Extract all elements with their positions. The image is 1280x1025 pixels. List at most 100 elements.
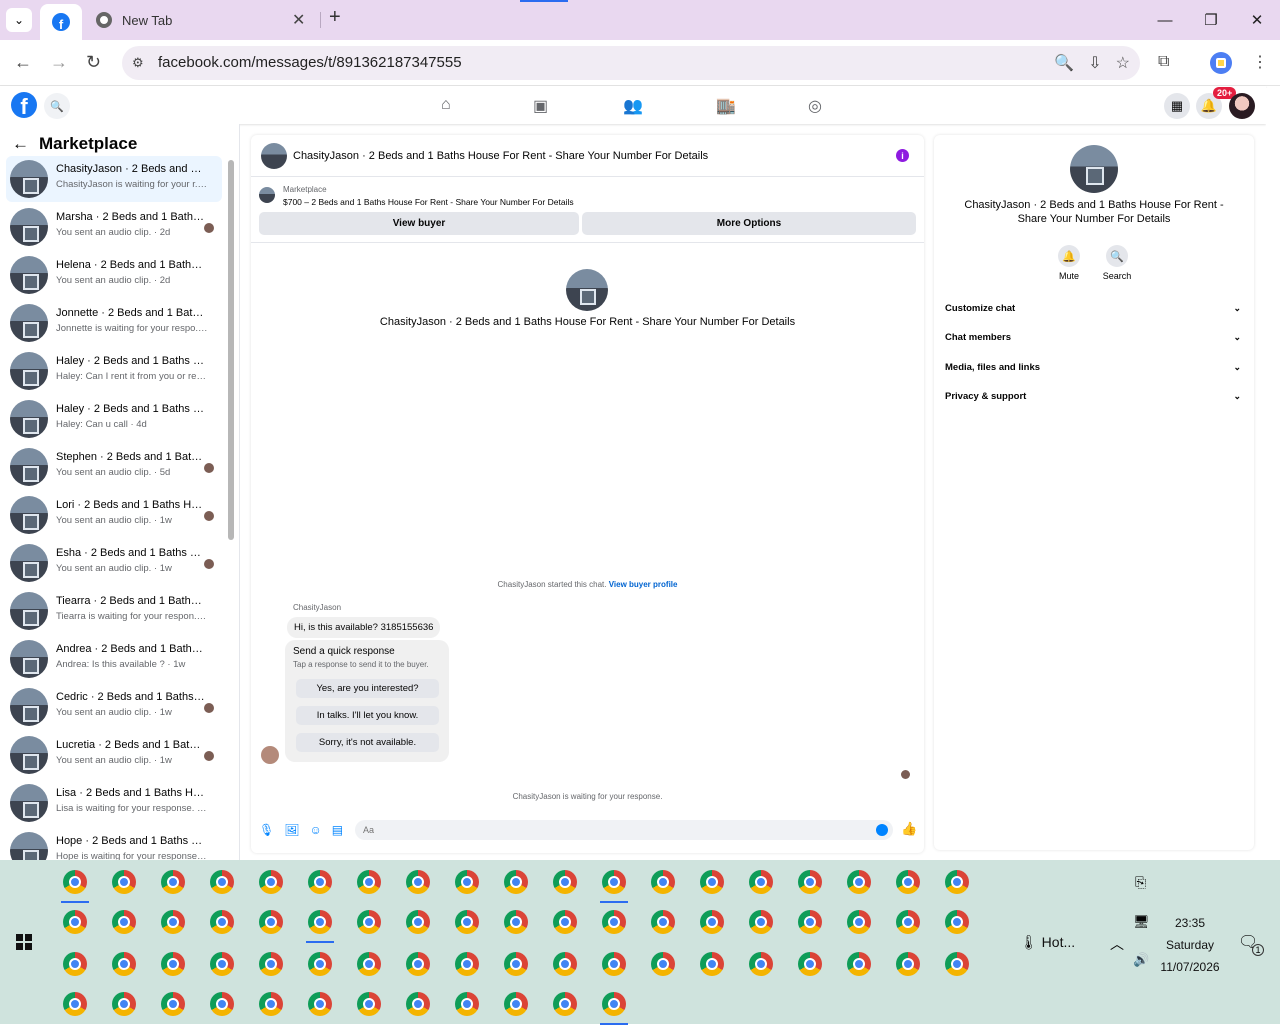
tab-facebook[interactable]: f: [40, 4, 82, 40]
chrome-taskbar-icon[interactable]: [404, 990, 432, 1018]
volume-icon[interactable]: 🔊: [1133, 952, 1149, 968]
chrome-taskbar-icon[interactable]: [257, 868, 285, 896]
site-info-icon[interactable]: ⚙: [132, 55, 144, 71]
restore-button[interactable]: ❐: [1188, 0, 1234, 40]
chrome-taskbar-icon[interactable]: [159, 908, 187, 936]
friends-icon[interactable]: 👥: [623, 96, 643, 116]
chrome-taskbar-icon[interactable]: [355, 868, 383, 896]
mute-button[interactable]: 🔔 Mute: [1044, 245, 1094, 281]
forward-button[interactable]: →: [50, 52, 68, 73]
tab-search-button[interactable]: ⌄: [6, 8, 32, 32]
network-icon[interactable]: 🖥: [1133, 914, 1150, 930]
chrome-taskbar-icon[interactable]: [551, 908, 579, 936]
listing-description[interactable]: $700 – 2 Beds and 1 Baths House For Rent…: [283, 197, 574, 207]
chrome-taskbar-icon[interactable]: [453, 990, 481, 1018]
browser-menu-icon[interactable]: ⋮: [1252, 52, 1268, 72]
conversation-item[interactable]: Haley · 2 Beds and 1 Baths House For Ren…: [6, 348, 222, 394]
chrome-taskbar-icon[interactable]: [600, 950, 628, 978]
reload-button[interactable]: ↻: [86, 52, 101, 73]
quick-response-yes[interactable]: Yes, are you interested?: [296, 679, 439, 698]
view-buyer-button[interactable]: View buyer: [259, 212, 579, 235]
zoom-icon[interactable]: 🔍: [1054, 53, 1074, 73]
weather-widget[interactable]: 🌡 Hot...: [1020, 934, 1075, 951]
chat-header-title[interactable]: ChasityJason · 2 Beds and 1 Baths House …: [293, 150, 708, 162]
chrome-taskbar-icon[interactable]: [355, 990, 383, 1018]
chrome-taskbar-icon[interactable]: [551, 990, 579, 1018]
chrome-taskbar-icon[interactable]: [943, 950, 971, 978]
chrome-taskbar-icon[interactable]: [796, 908, 824, 936]
privacy-support-section[interactable]: Privacy & support ⌄: [945, 391, 1243, 411]
chrome-taskbar-icon[interactable]: [551, 868, 579, 896]
chrome-taskbar-icon[interactable]: [453, 908, 481, 936]
back-arrow-icon[interactable]: ←: [12, 134, 29, 154]
conversation-item[interactable]: Marsha · 2 Beds and 1 Baths House For Re…: [6, 204, 222, 250]
system-clock[interactable]: 23:35 Saturday 11/07/2026: [1150, 912, 1230, 978]
chrome-taskbar-icon[interactable]: [404, 908, 432, 936]
chrome-taskbar-icon[interactable]: [61, 950, 89, 978]
marketplace-icon[interactable]: 🏬: [716, 96, 736, 116]
task-view-icon[interactable]: ⎘: [1135, 874, 1146, 891]
emoji-icon[interactable]: [876, 824, 888, 836]
conversation-item[interactable]: Lisa · 2 Beds and 1 Baths House For Rent…: [6, 780, 222, 826]
chrome-taskbar-icon[interactable]: [159, 868, 187, 896]
conversation-item[interactable]: Andrea · 2 Beds and 1 Baths House For Re…: [6, 636, 222, 682]
message-composer[interactable]: [355, 820, 893, 840]
extensions-icon[interactable]: ⧉: [1158, 53, 1169, 71]
page-scrollbar[interactable]: [1266, 88, 1280, 860]
chrome-taskbar-icon[interactable]: [355, 908, 383, 936]
buyer-avatar[interactable]: [261, 746, 279, 764]
windows-start-button[interactable]: [16, 934, 32, 950]
chrome-taskbar-icon[interactable]: [551, 950, 579, 978]
chrome-taskbar-icon[interactable]: [257, 908, 285, 936]
quick-response-not-available[interactable]: Sorry, it's not available.: [296, 733, 439, 752]
chrome-taskbar-icon[interactable]: [306, 868, 334, 896]
details-thumbnail[interactable]: [1070, 145, 1118, 193]
close-window-button[interactable]: ✕: [1234, 0, 1280, 40]
chrome-taskbar-icon[interactable]: [453, 868, 481, 896]
chrome-taskbar-icon[interactable]: [845, 908, 873, 936]
install-app-icon[interactable]: ⇩: [1088, 53, 1101, 73]
view-buyer-profile-link[interactable]: View buyer profile: [609, 580, 678, 589]
chrome-taskbar-icon[interactable]: [747, 908, 775, 936]
facebook-logo-icon[interactable]: f: [11, 92, 37, 118]
chrome-taskbar-icon[interactable]: [61, 990, 89, 1018]
chrome-taskbar-icon[interactable]: [110, 868, 138, 896]
chrome-taskbar-icon[interactable]: [698, 868, 726, 896]
thumbs-up-icon[interactable]: 👍: [901, 821, 917, 837]
new-tab-button[interactable]: +: [329, 6, 341, 29]
chrome-taskbar-icon[interactable]: [698, 950, 726, 978]
listing-thumbnail[interactable]: [259, 187, 275, 203]
chrome-taskbar-icon[interactable]: [649, 950, 677, 978]
quick-response-in-talks[interactable]: In talks. I'll let you know.: [296, 706, 439, 725]
chrome-taskbar-icon[interactable]: [159, 990, 187, 1018]
chrome-taskbar-icon[interactable]: [600, 908, 628, 936]
tray-expand-icon[interactable]: ︿: [1110, 934, 1124, 954]
chrome-taskbar-icon[interactable]: [257, 990, 285, 1018]
chrome-taskbar-icon[interactable]: [257, 950, 285, 978]
chrome-taskbar-icon[interactable]: [943, 908, 971, 936]
chat-header-thumbnail[interactable]: [261, 143, 287, 169]
chrome-taskbar-icon[interactable]: [845, 868, 873, 896]
minimize-button[interactable]: —: [1142, 0, 1188, 40]
chrome-taskbar-icon[interactable]: [747, 950, 775, 978]
chrome-taskbar-icon[interactable]: [208, 908, 236, 936]
left-scrollbar[interactable]: [228, 160, 234, 540]
message-input[interactable]: [355, 820, 855, 840]
chrome-taskbar-icon[interactable]: [649, 908, 677, 936]
chrome-taskbar-icon[interactable]: [796, 950, 824, 978]
account-avatar[interactable]: [1229, 93, 1255, 119]
chrome-taskbar-icon[interactable]: [649, 868, 677, 896]
gif-icon[interactable]: ▤: [332, 823, 343, 837]
conversation-item[interactable]: Tiearra · 2 Beds and 1 Baths House For R…: [6, 588, 222, 634]
profile-button[interactable]: [1210, 52, 1232, 74]
home-icon[interactable]: ⌂: [441, 96, 451, 114]
back-button[interactable]: ←: [14, 52, 32, 73]
chrome-taskbar-icon[interactable]: [502, 868, 530, 896]
chrome-taskbar-icon[interactable]: [502, 908, 530, 936]
chrome-taskbar-icon[interactable]: [796, 868, 824, 896]
conversation-item[interactable]: Jonnette · 2 Beds and 1 Baths House For …: [6, 300, 222, 346]
conversation-item[interactable]: Haley · 2 Beds and 1 Baths House For Ren…: [6, 396, 222, 442]
chrome-taskbar-icon[interactable]: [404, 950, 432, 978]
tab-close-icon[interactable]: ✕: [292, 10, 305, 30]
chrome-taskbar-icon[interactable]: [845, 950, 873, 978]
